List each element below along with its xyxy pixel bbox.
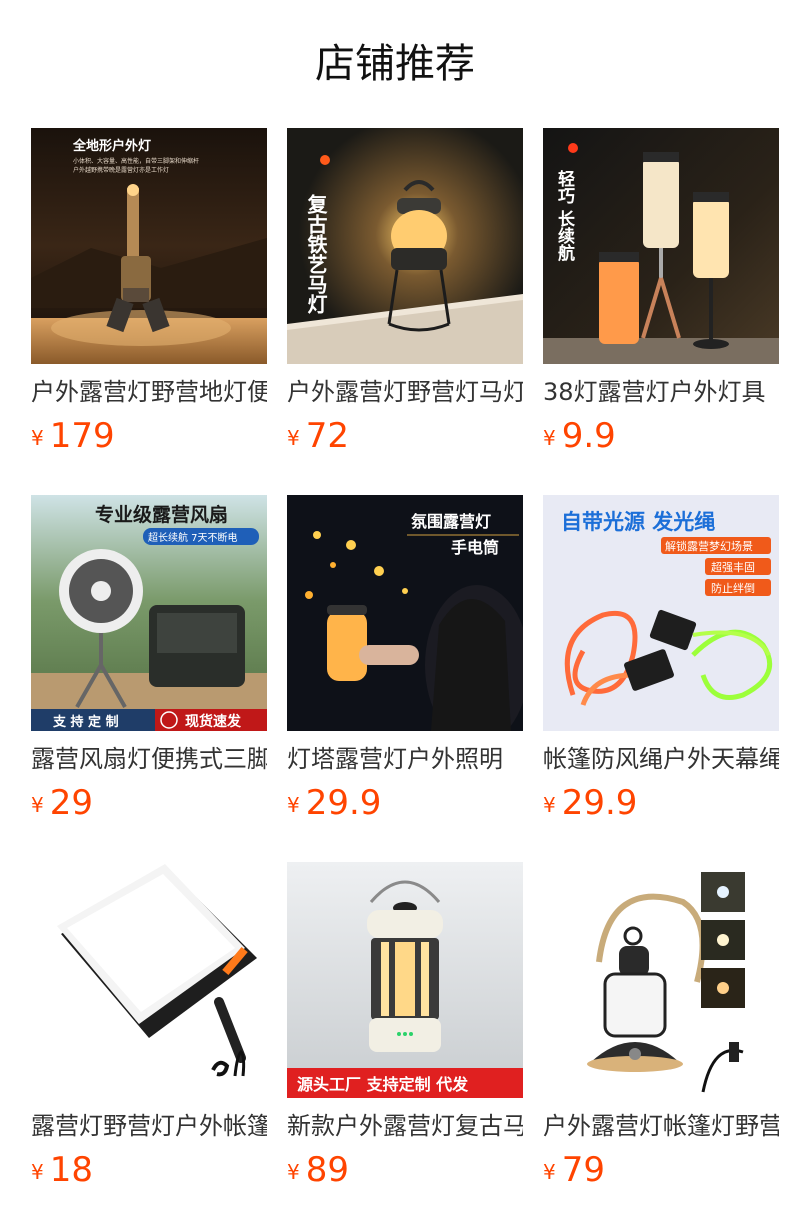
image-caption: 超长续航 7天不断电 [148,531,238,544]
page-title: 店铺推荐 [315,41,475,87]
image-caption: 现货速发 [185,713,242,730]
image-caption: 氛围露营灯 [411,512,491,531]
price-value: 29.9 [305,783,382,823]
product-image-lighthouse-lamp[interactable]: 氛围露营灯 手电筒 [287,495,523,731]
product-price: ¥89 [287,1148,349,1192]
product-image-white-lantern[interactable]: 源头工厂 支持定制 代发 [287,862,523,1098]
price-value: 79 [561,1150,605,1190]
image-caption: 全地形户外灯 [72,138,151,154]
image-caption: 轻巧 长续航 [554,169,575,262]
currency-symbol: ¥ [287,793,300,817]
product-name[interactable]: 帐篷防风绳户外天幕绳 [543,741,779,777]
currency-symbol: ¥ [31,426,44,450]
price-value: 29 [49,783,93,823]
image-caption: 超强丰固 [711,560,755,574]
currency-symbol: ¥ [31,793,44,817]
image-caption: 自带光源 发光绳 [561,510,715,534]
price-value: 9.9 [561,416,616,456]
image-caption: 防止绊倒 [711,581,755,595]
image-caption: 专业级露营风扇 [95,503,228,526]
product-price: ¥29.9 [543,781,637,825]
price-value: 29.9 [561,783,638,823]
product-image-38-lamp[interactable]: 轻巧 长续航 [543,128,779,364]
price-value: 18 [49,1150,93,1190]
product-image-rope-lantern[interactable] [543,862,779,1098]
product-name[interactable]: 露营风扇灯便携式三脚架 [31,741,267,777]
product-image-panel-light[interactable] [31,862,267,1098]
product-price: ¥79 [543,1148,605,1192]
product-price: ¥179 [31,414,115,458]
image-caption: 支 持 定 制 [52,714,119,730]
image-caption: 小体积、大容量、高性能，自带三脚架和伸缩杆 [73,157,199,165]
price-value: 179 [49,416,115,456]
product-price: ¥29.9 [287,781,381,825]
product-name[interactable]: 户外露营灯野营灯马灯复古 [287,374,523,410]
image-caption: 户外越野携带晚是露营灯亦是工作灯 [73,166,169,174]
product-price: ¥9.9 [543,414,616,458]
currency-symbol: ¥ [543,426,556,450]
product-name[interactable]: 灯塔露营灯户外照明 [287,741,523,777]
product-image-terrain-lamp[interactable]: 全地形户外灯 小体积、大容量、高性能，自带三脚架和伸缩杆 户外越野携带晚是露营灯… [31,128,267,364]
product-image-glow-rope[interactable]: 自带光源 发光绳 解锁露营梦幻场景 超强丰固 防止绊倒 [543,495,779,731]
currency-symbol: ¥ [543,1160,556,1184]
currency-symbol: ¥ [287,426,300,450]
image-caption: 解锁露营梦幻场景 [665,539,753,553]
product-name[interactable]: 38灯露营灯户外灯具 [543,374,779,410]
currency-symbol: ¥ [287,1160,300,1184]
price-value: 72 [305,416,349,456]
price-value: 89 [305,1150,349,1190]
product-price: ¥29 [31,781,93,825]
product-name[interactable]: 户外露营灯野营地灯便携式 [31,374,267,410]
image-caption: 复古铁艺马灯 [304,193,328,315]
image-caption: 手电筒 [451,538,499,557]
product-price: ¥18 [31,1148,93,1192]
currency-symbol: ¥ [543,793,556,817]
product-name[interactable]: 露营灯野营灯户外帐篷灯 [31,1108,267,1144]
product-name[interactable]: 户外露营灯帐篷灯野营灯 [543,1108,779,1144]
currency-symbol: ¥ [31,1160,44,1184]
product-price: ¥72 [287,414,349,458]
product-name[interactable]: 新款户外露营灯复古马灯 [287,1108,523,1144]
image-caption: 源头工厂 支持定制 代发 [297,1075,469,1094]
product-image-camping-fan[interactable]: 专业级露营风扇 超长续航 7天不断电 支 持 定 制 现货速发 [31,495,267,731]
product-image-retro-lantern[interactable]: 复古铁艺马灯 [287,128,523,364]
